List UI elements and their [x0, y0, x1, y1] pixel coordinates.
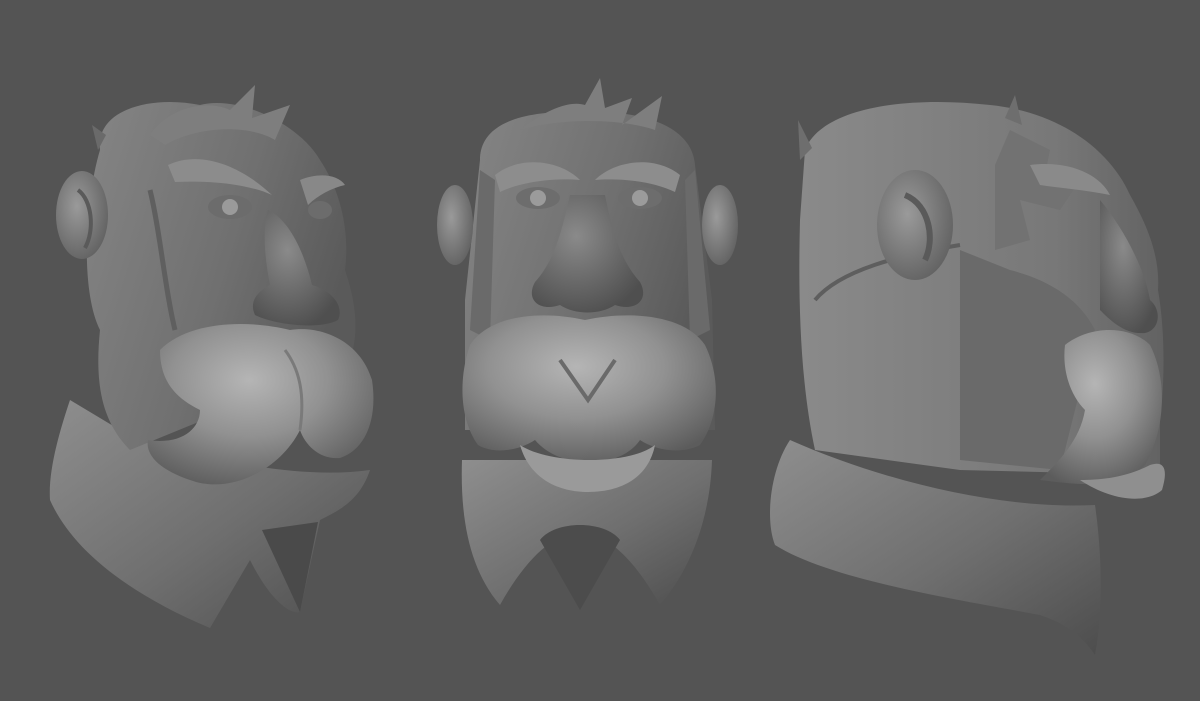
front-view [437, 78, 738, 610]
sculpt-viewport [0, 0, 1200, 701]
three-quarter-view [49, 85, 374, 628]
moustache [462, 315, 716, 463]
ear [877, 170, 953, 280]
ear [437, 185, 473, 265]
sculpt-render [49, 78, 1165, 655]
ear [56, 171, 108, 259]
side-view [770, 95, 1165, 655]
